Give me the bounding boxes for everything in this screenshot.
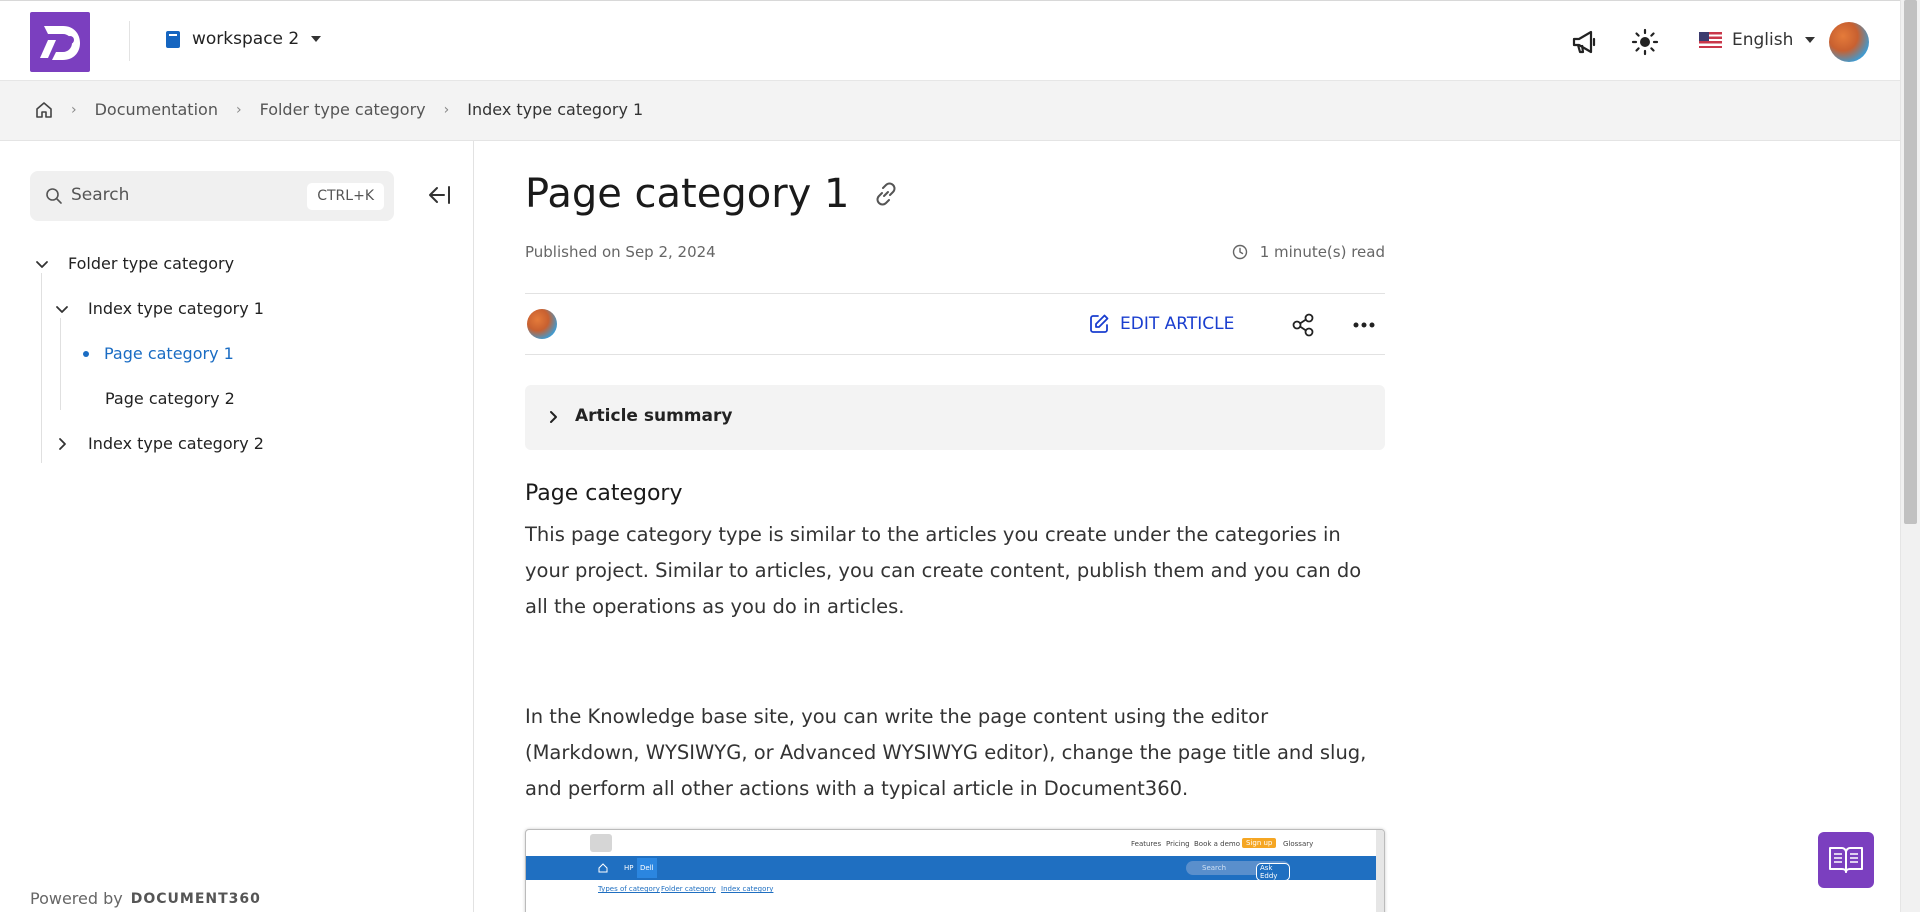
chevron-right-icon bbox=[550, 411, 557, 423]
preview-tab: Dell bbox=[637, 858, 657, 878]
read-time-label: 1 minute(s) read bbox=[1259, 243, 1385, 261]
tree-item-label: Folder type category bbox=[68, 254, 235, 273]
section-heading: Page category bbox=[525, 481, 683, 506]
chevron-down-icon bbox=[1805, 37, 1816, 43]
knowledge-base-assistant-button[interactable] bbox=[1818, 832, 1874, 888]
powered-by[interactable]: Powered by DOCUMENT360 bbox=[30, 889, 261, 908]
link-icon[interactable] bbox=[872, 180, 900, 208]
more-options-icon[interactable] bbox=[1351, 313, 1377, 337]
chevron-down-icon bbox=[36, 260, 48, 268]
article-toolbar: EDIT ARTICLE bbox=[525, 293, 1385, 355]
breadcrumb-documentation[interactable]: Documentation bbox=[95, 100, 218, 119]
search-placeholder: Search bbox=[71, 185, 130, 205]
workspace-label: workspace 2 bbox=[192, 29, 300, 49]
tree-guide-line bbox=[41, 273, 42, 463]
search-shortcut-badge: CTRL+K bbox=[307, 183, 384, 210]
article-title: Page category 1 bbox=[525, 171, 850, 217]
paragraph-1: This page category type is similar to th… bbox=[525, 523, 1362, 618]
breadcrumb-bar: › Documentation › Folder type category ›… bbox=[0, 81, 1900, 141]
chevron-right-icon bbox=[59, 437, 66, 450]
preview-top-nav: Features Pricing Book a demo Sign up Glo… bbox=[526, 830, 1384, 856]
user-avatar[interactable] bbox=[1829, 22, 1869, 62]
sidebar: Search CTRL+K Folder type category Index… bbox=[0, 141, 474, 912]
book-icon bbox=[166, 30, 180, 48]
preview-scrollbar bbox=[1376, 830, 1384, 912]
collapse-sidebar-icon[interactable] bbox=[425, 183, 453, 207]
article-meta: Published on Sep 2, 2024 1 minute(s) rea… bbox=[525, 243, 1385, 261]
chevron-right-icon: › bbox=[443, 101, 450, 118]
preview-crumb: Folder category bbox=[661, 885, 716, 893]
contributor-avatar[interactable] bbox=[527, 309, 557, 339]
tree-item-index-1[interactable]: Index type category 1 bbox=[54, 299, 264, 318]
clock-icon bbox=[1232, 244, 1247, 260]
search-input[interactable]: Search CTRL+K bbox=[30, 171, 394, 221]
preview-nav-item: Pricing bbox=[1166, 840, 1190, 848]
preview-search: Search Ask Eddy bbox=[1186, 861, 1290, 881]
tree-item-label: Index type category 2 bbox=[88, 434, 264, 453]
language-selector[interactable]: English bbox=[1699, 30, 1816, 50]
chevron-down-icon bbox=[56, 305, 68, 313]
open-book-icon bbox=[1829, 847, 1863, 873]
active-dot-icon bbox=[83, 350, 89, 357]
preview-nav-item: Sign up bbox=[1242, 838, 1277, 848]
article-title-row: Page category 1 bbox=[525, 171, 900, 217]
edit-article-button[interactable]: EDIT ARTICLE bbox=[1088, 313, 1234, 335]
article-summary-label: Article summary bbox=[575, 406, 733, 426]
read-time: 1 minute(s) read bbox=[1232, 243, 1385, 261]
embedded-screenshot[interactable]: Features Pricing Book a demo Sign up Glo… bbox=[525, 829, 1385, 912]
megaphone-icon[interactable] bbox=[1569, 27, 1599, 57]
chevron-right-icon: › bbox=[71, 101, 77, 118]
workspace-selector[interactable]: workspace 2 bbox=[166, 29, 322, 49]
home-icon bbox=[598, 863, 608, 873]
tree-item-label: Index type category 1 bbox=[88, 299, 264, 318]
preview-search-label: Search bbox=[1202, 864, 1227, 872]
preview-tab: HP bbox=[624, 864, 634, 872]
tree-item-page-1[interactable]: Page category 1 bbox=[83, 344, 234, 363]
search-icon bbox=[46, 188, 62, 204]
edit-icon bbox=[1090, 314, 1109, 333]
preview-crumb: Types of category bbox=[598, 885, 660, 893]
breadcrumb-current[interactable]: Index type category 1 bbox=[467, 100, 643, 119]
powered-by-label: Powered by bbox=[30, 889, 123, 908]
language-label: English bbox=[1732, 30, 1794, 50]
us-flag-icon bbox=[1699, 32, 1722, 48]
preview-nav-item: Features bbox=[1131, 840, 1162, 848]
tree-item-label: Page category 1 bbox=[104, 344, 234, 363]
breadcrumb-folder[interactable]: Folder type category bbox=[260, 100, 426, 119]
chevron-down-icon bbox=[311, 36, 322, 42]
top-header: workspace 2 English bbox=[0, 0, 1900, 81]
sun-icon[interactable] bbox=[1630, 27, 1660, 57]
share-icon[interactable] bbox=[1290, 312, 1316, 338]
preview-ask-button: Ask Eddy bbox=[1256, 863, 1290, 881]
chevron-right-icon: › bbox=[235, 101, 242, 118]
preview-crumb: Index category bbox=[721, 885, 774, 893]
tree-item-label: Page category 2 bbox=[105, 389, 235, 408]
paragraph-2: In the Knowledge base site, you can writ… bbox=[525, 705, 1367, 800]
preview-nav-item: Book a demo bbox=[1194, 840, 1241, 848]
breadcrumb: › Documentation › Folder type category ›… bbox=[35, 100, 643, 119]
tree-item-page-2[interactable]: Page category 2 bbox=[105, 389, 235, 408]
header-divider bbox=[129, 21, 130, 61]
scrollbar-thumb[interactable] bbox=[1904, 0, 1917, 524]
published-date: Published on Sep 2, 2024 bbox=[525, 243, 716, 261]
tree-item-index-2[interactable]: Index type category 2 bbox=[54, 434, 264, 453]
preview-logo bbox=[590, 834, 612, 852]
tree-item-folder[interactable]: Folder type category bbox=[34, 254, 234, 273]
home-icon[interactable] bbox=[35, 101, 53, 119]
preview-blue-bar: HP Dell Search Ask Eddy bbox=[526, 856, 1377, 881]
document360-logo[interactable] bbox=[30, 12, 90, 72]
preview-nav-item: Glossary bbox=[1283, 840, 1314, 848]
edit-article-label: EDIT ARTICLE bbox=[1120, 314, 1235, 334]
tree-guide-line bbox=[60, 318, 61, 410]
document360-wordmark: DOCUMENT360 bbox=[130, 890, 261, 907]
article-summary-toggle[interactable]: Article summary bbox=[525, 385, 1385, 450]
page-scrollbar[interactable] bbox=[1900, 0, 1920, 912]
